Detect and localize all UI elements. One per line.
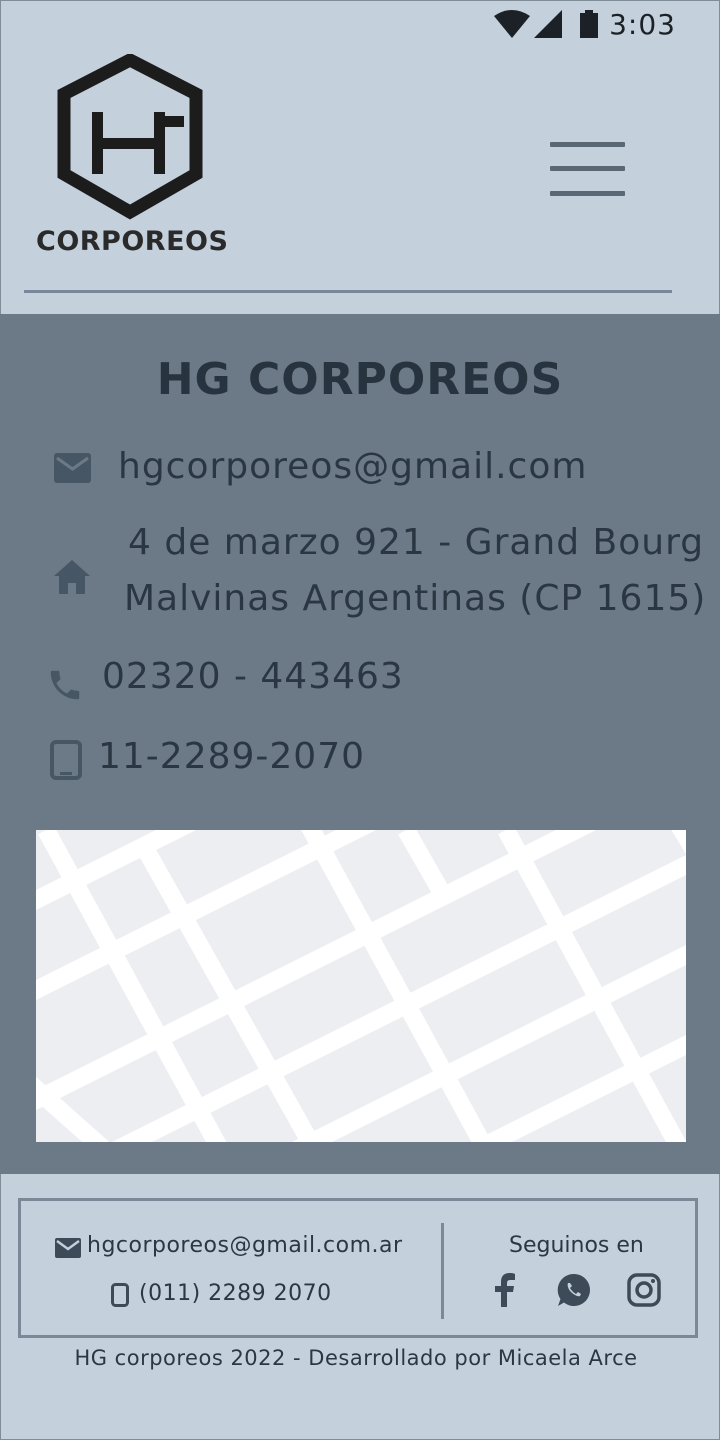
- mobile-icon: [111, 1283, 129, 1307]
- home-icon: [54, 560, 90, 594]
- logo-text: CORPOREOS: [36, 226, 229, 257]
- status-time: 3:03: [609, 8, 676, 41]
- envelope-icon: [54, 453, 91, 483]
- contact-email-link[interactable]: hgcorporeos@gmail.com: [118, 446, 587, 487]
- mobile-icon: [50, 740, 82, 780]
- whatsapp-icon[interactable]: [557, 1273, 591, 1307]
- contact-address-line2: Malvinas Argentinas (CP 1615): [124, 578, 707, 619]
- battery-icon: [580, 10, 598, 38]
- hamburger-menu-button[interactable]: [546, 136, 630, 200]
- footer-box: hgcorporeos@gmail.com.ar (011) 2289 2070…: [18, 1198, 698, 1338]
- contact-section: HG CORPOREOS hgcorporeos@gmail.com 4 de …: [0, 314, 720, 1174]
- location-map[interactable]: [36, 830, 686, 1142]
- follow-label: Seguinos en: [509, 1233, 644, 1258]
- footer-email-link[interactable]: hgcorporeos@gmail.com.ar: [87, 1233, 403, 1258]
- facebook-icon[interactable]: [493, 1273, 519, 1307]
- footer-credit: HG corporeos 2022 - Desarrollado por Mic…: [74, 1346, 638, 1370]
- envelope-icon: [55, 1238, 81, 1258]
- signal-icon: [534, 10, 562, 38]
- header: CORPOREOS: [0, 48, 720, 314]
- phone-icon: [50, 670, 80, 700]
- header-divider: [24, 290, 672, 293]
- wifi-icon: [494, 10, 530, 38]
- footer-phone-link[interactable]: (011) 2289 2070: [139, 1281, 332, 1306]
- contact-mobile-link[interactable]: 11-2289-2070: [98, 736, 365, 777]
- footer-divider: [441, 1223, 444, 1319]
- contact-address-line1: 4 de marzo 921 - Grand Bourg: [128, 522, 705, 563]
- map-streets: [36, 830, 686, 1142]
- status-bar: 3:03: [0, 0, 720, 48]
- contact-title: HG CORPOREOS: [156, 354, 564, 405]
- logo-icon[interactable]: [36, 54, 226, 224]
- hamburger-menu-icon: [550, 142, 625, 147]
- instagram-icon[interactable]: [627, 1273, 661, 1307]
- contact-phone-link[interactable]: 02320 - 443463: [102, 656, 404, 697]
